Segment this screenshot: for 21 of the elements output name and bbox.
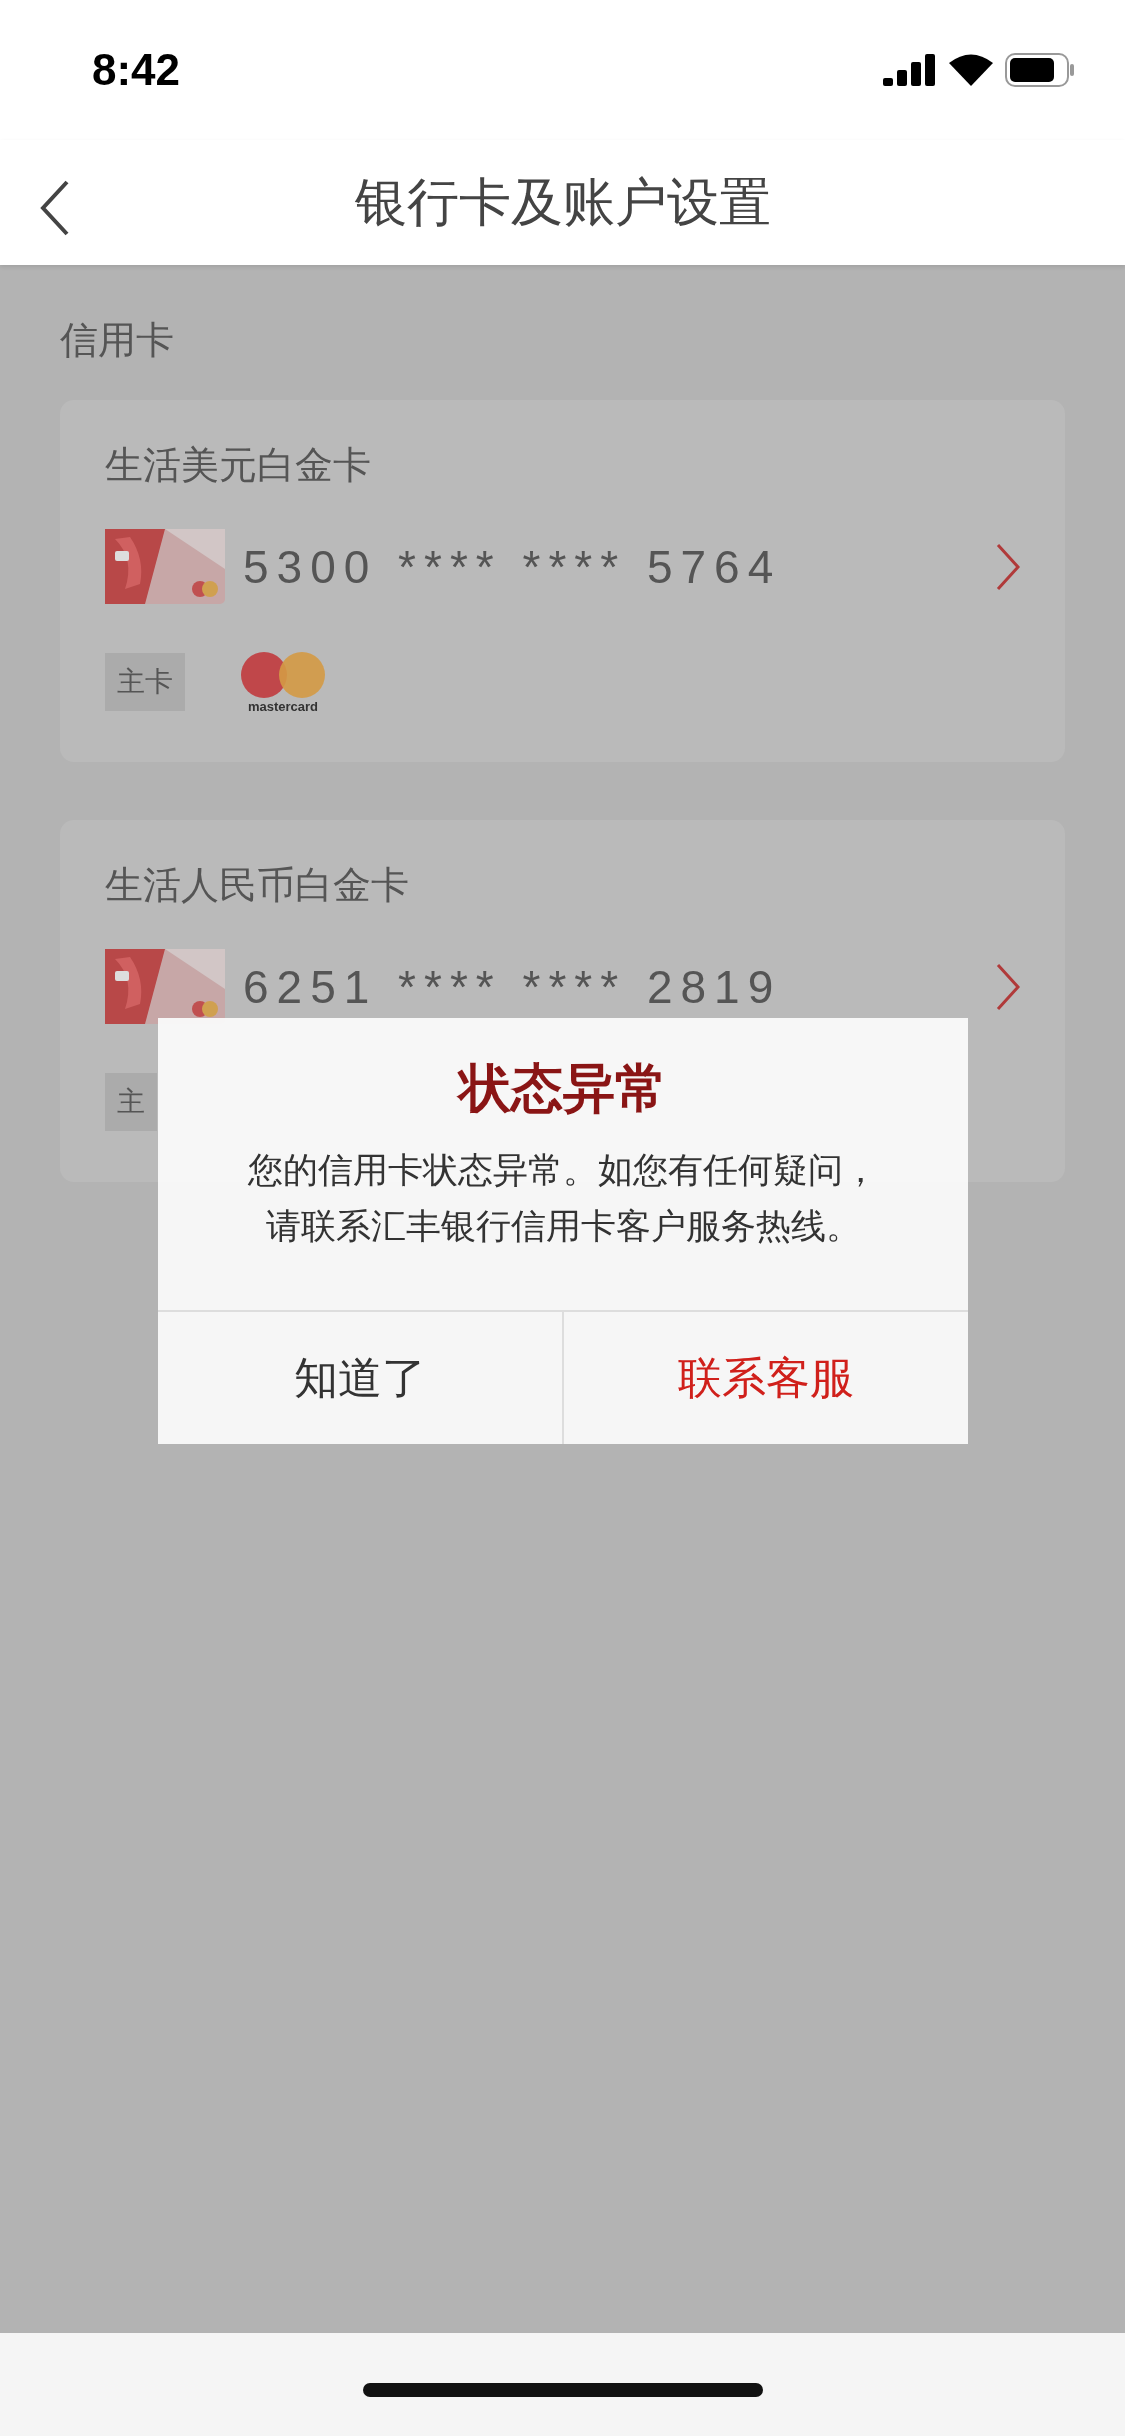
card-number: 5300 **** **** 5764 bbox=[243, 539, 783, 594]
section-title: 信用卡 bbox=[60, 317, 175, 364]
status-time: 8:42 bbox=[92, 45, 181, 95]
card-network-logo: mastercard bbox=[240, 650, 326, 714]
card-name: 生活美元白金卡 bbox=[105, 442, 372, 489]
card-item[interactable]: 生活美元白金卡 5300 **** **** 5764 主卡 mastercard bbox=[60, 400, 1065, 762]
card-tag: 主卡 bbox=[105, 653, 185, 711]
back-icon[interactable] bbox=[40, 180, 70, 236]
page-title: 银行卡及账户设置 bbox=[354, 170, 771, 234]
card-number: 6251 **** **** 2819 bbox=[243, 959, 783, 1014]
dialog-title: 状态异常 bbox=[158, 1054, 968, 1124]
dialog-button[interactable]: 知道了 bbox=[158, 1312, 562, 1444]
chevron-icon bbox=[996, 542, 1020, 591]
dialog-message: 请联系汇丰银行信用卡客户服务热线。 bbox=[265, 1205, 861, 1248]
battery-icon bbox=[1005, 53, 1075, 87]
wifi-icon bbox=[949, 54, 993, 86]
signal-icon bbox=[883, 54, 937, 86]
card-name: 生活人民币白金卡 bbox=[105, 862, 410, 909]
card-tag: 主 bbox=[105, 1073, 157, 1131]
dialog-button[interactable]: 联系客服 bbox=[562, 1312, 968, 1444]
chevron-icon bbox=[996, 962, 1020, 1011]
